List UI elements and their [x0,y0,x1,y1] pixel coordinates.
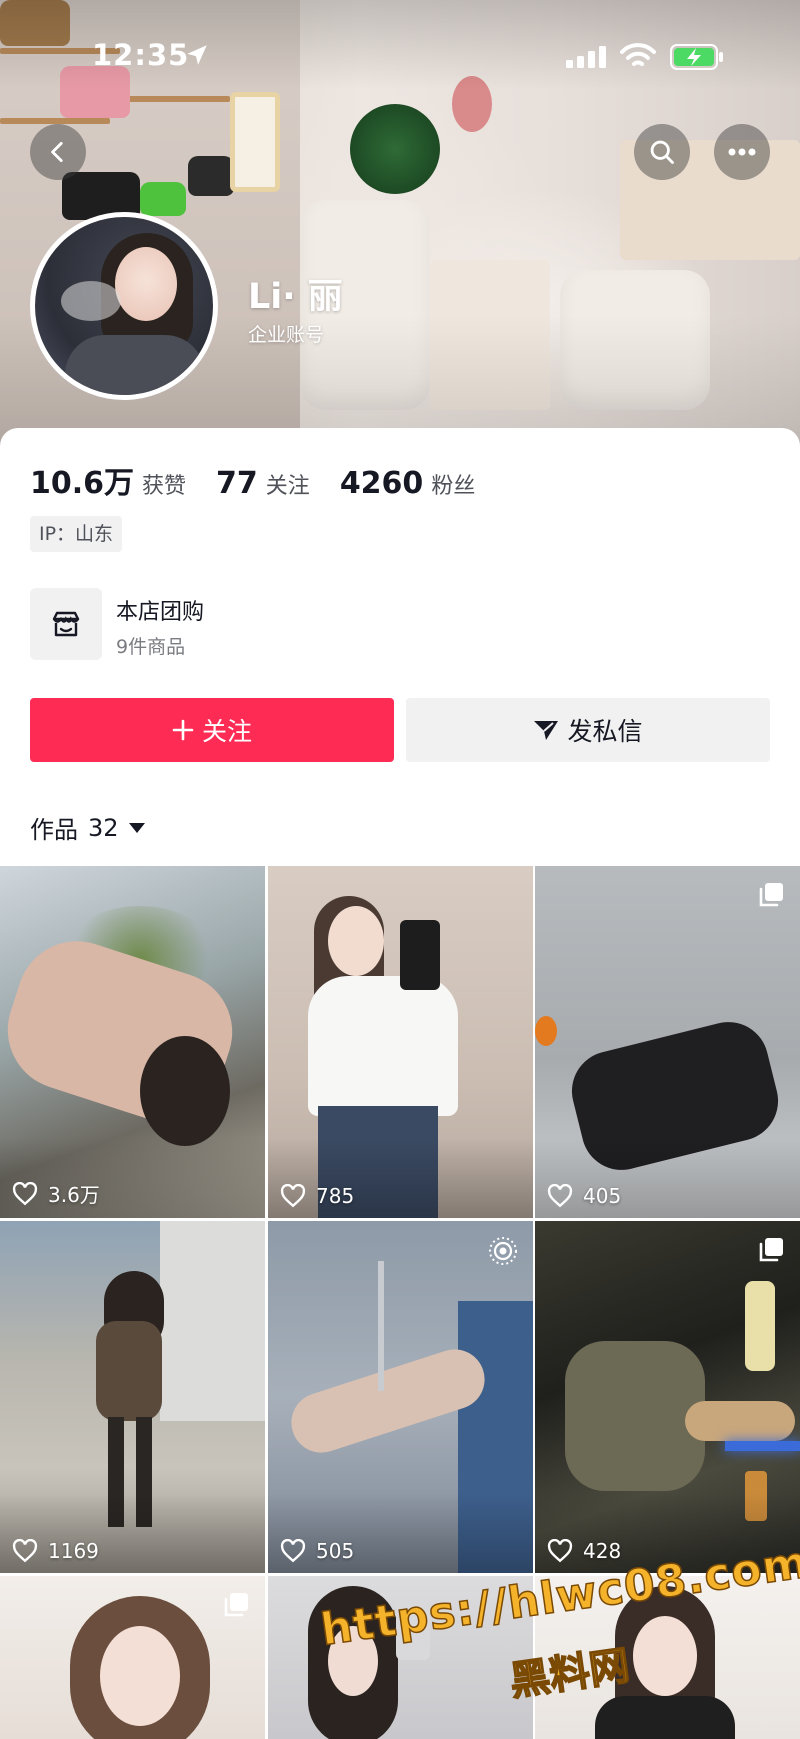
store-icon [30,588,102,660]
like-count-value: 785 [316,1184,355,1208]
location-arrow-icon [187,45,207,65]
thumbnail-phone [400,920,440,990]
video-thumbnail[interactable]: 1169 [0,1221,265,1573]
caret-down-icon [128,822,145,833]
watermark-site-name: 黑料网 [506,1642,633,1706]
send-icon [533,719,559,741]
stat-following[interactable]: 77 关注 [216,466,310,501]
video-thumbnail[interactable]: 3.6万 [0,866,265,1218]
like-count: 1169 [12,1539,99,1563]
like-count: 405 [547,1184,621,1208]
works-count: 32 [88,813,119,842]
like-count-value: 405 [583,1184,622,1208]
like-count: 505 [280,1539,354,1563]
send-message-button[interactable]: 发私信 [406,698,770,762]
search-button[interactable] [634,124,690,180]
battery-charging-icon [670,44,723,70]
status-time: 12:35 [92,38,190,72]
like-count: 3.6万 [12,1179,100,1208]
ip-location-tag: IP：山东 [30,516,123,552]
works-tab[interactable]: 作品 32 [30,810,145,845]
like-count-value: 3.6万 [48,1183,100,1207]
video-thumbnail[interactable] [0,1576,265,1739]
thumbnail-figure [565,1341,705,1491]
multi-image-icon [756,1235,786,1269]
like-count-value: 505 [316,1539,355,1563]
follow-button-label: 关注 [201,717,252,746]
profile-info-panel: 10.6万 获赞 77 关注 4260 粉丝 IP：山东 本店团购 9件商品 关… [0,428,800,868]
avatar-smoke [61,281,121,321]
thumbnail-face [100,1626,180,1726]
thumbnail-shed [160,1221,265,1421]
thumbnail-arm [685,1401,795,1441]
stat-followers-label: 粉丝 [431,474,476,499]
works-tab-label: 作品 [30,816,78,844]
send-message-label: 发私信 [567,717,643,746]
stat-followers-value: 4260 [339,466,424,501]
back-button[interactable] [30,124,86,180]
video-thumbnail[interactable]: 405 [535,866,800,1218]
video-thumbnail[interactable]: 505 [268,1221,533,1573]
thumbnail-shirt [308,976,458,1116]
chevron-left-icon [51,141,63,163]
heart-icon [12,1539,38,1563]
heart-icon [280,1539,306,1563]
stat-likes-value: 10.6万 [30,466,135,501]
follow-button[interactable]: 关注 [30,698,394,762]
profile-stats: 10.6万 获赞 77 关注 4260 粉丝 [30,458,505,502]
live-photo-icon [487,1235,519,1271]
account-type-label: 企业账号 [248,324,325,346]
stat-likes[interactable]: 10.6万 获赞 [30,458,186,502]
video-thumbnail[interactable]: 785 [268,866,533,1218]
stat-following-value: 77 [216,466,258,501]
heart-icon [547,1184,573,1208]
avatar-body [65,335,205,395]
thumbnail-jacket [96,1321,162,1421]
stat-following-label: 关注 [265,474,310,499]
store-title: 本店团购 [116,600,205,625]
thumbnail-iv-pole [378,1261,384,1391]
thumbnail-orange [535,1016,557,1046]
stat-followers[interactable]: 4260 粉丝 [340,466,476,501]
avatar[interactable] [30,212,218,400]
thumbnail-ambient-light [725,1441,800,1451]
more-dots-icon [728,148,756,156]
thumbnail-bottle [745,1281,775,1371]
like-count: 785 [280,1184,354,1208]
like-count-value: 428 [583,1539,622,1563]
thumbnail-face [328,906,384,976]
profile-name: Li· 丽 [248,277,343,317]
store-item-count: 9件商品 [116,636,186,658]
wifi-icon [620,43,656,66]
like-count-value: 1169 [48,1539,99,1563]
multi-image-icon [756,880,786,914]
cellular-signal-icon [566,46,606,68]
status-bar: 12:35 [0,36,800,80]
heart-icon [547,1539,573,1563]
more-options-button[interactable] [714,124,770,180]
stat-likes-label: 获赞 [142,474,187,499]
heart-icon [280,1184,306,1208]
plus-icon [172,719,194,741]
multi-image-icon [221,1590,251,1624]
like-count: 428 [547,1539,621,1563]
avatar-face [115,247,177,321]
heart-icon [12,1181,38,1205]
video-thumbnail[interactable]: 428 [535,1221,800,1573]
thumbnail-hair [140,1036,230,1146]
search-icon [650,140,674,164]
store-group-buy-entry[interactable]: 本店团购 9件商品 [30,588,770,660]
